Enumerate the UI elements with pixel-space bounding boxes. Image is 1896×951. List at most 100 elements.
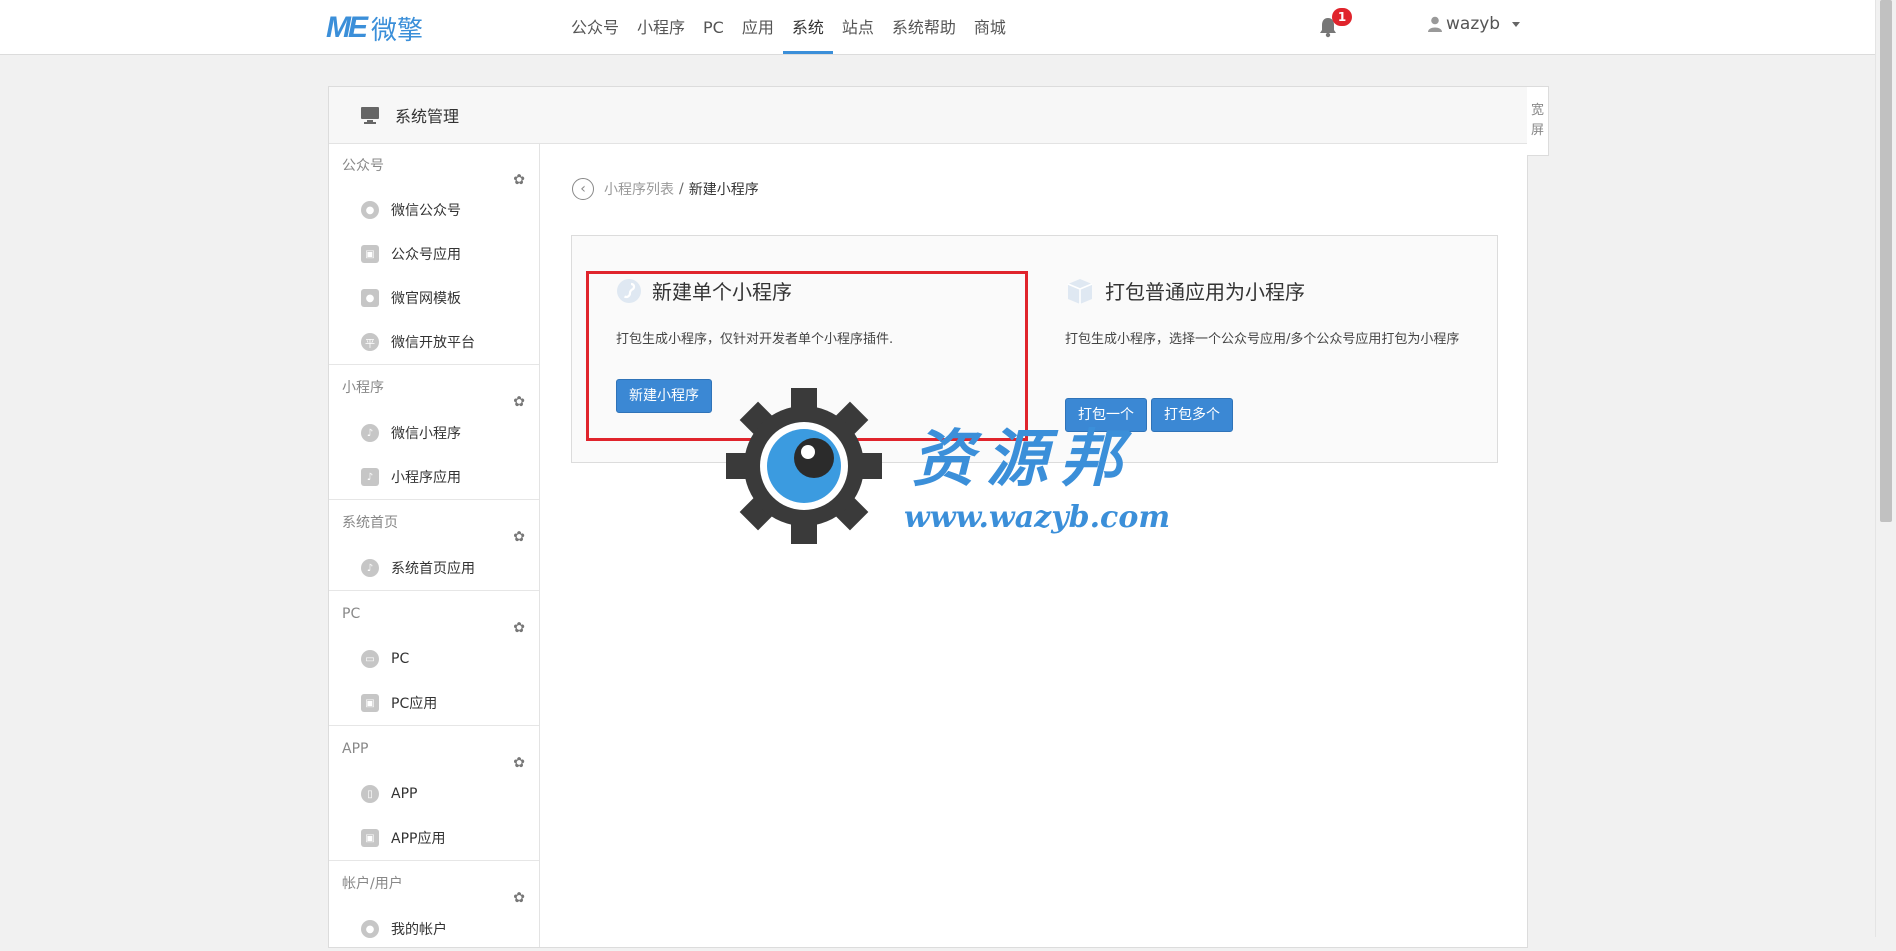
sidebar-item-wechat-mini-program[interactable]: ♪ 微信小程序 xyxy=(329,411,539,455)
mini-program-icon: ♪ xyxy=(361,424,379,442)
user-icon xyxy=(1428,16,1442,32)
scrollbar-thumb[interactable] xyxy=(1880,0,1892,522)
phone-icon: ▯ xyxy=(361,785,379,803)
sidebar-item-pc-apps[interactable]: ▣ PC应用 xyxy=(329,681,539,725)
chevron-down-icon xyxy=(1512,21,1521,27)
bag-icon: ▣ xyxy=(361,829,379,847)
breadcrumb-current: 新建小程序 xyxy=(688,182,759,198)
gear-icon[interactable]: ✿ xyxy=(513,740,525,786)
wechat-icon: ● xyxy=(361,201,379,219)
package-one-button[interactable]: 打包一个 xyxy=(1065,398,1147,432)
widescreen-toggle[interactable]: 宽屏 xyxy=(1527,86,1549,156)
sidebar-group-label: PC xyxy=(342,606,361,622)
breadcrumb-separator: / xyxy=(679,181,684,197)
gear-icon[interactable]: ✿ xyxy=(513,514,525,560)
sidebar-group-mini-program: 小程序 ✿ xyxy=(329,364,539,411)
sidebar-item-label: 系统首页应用 xyxy=(391,561,475,577)
sidebar-item-label: PC xyxy=(391,651,410,667)
card-title-text: 新建单个小程序 xyxy=(652,280,792,304)
gear-icon[interactable]: ✿ xyxy=(513,875,525,921)
panel-title: 系统管理 xyxy=(395,107,460,126)
main-nav: 公众号 小程序 PC 应用 系统 站点 系统帮助 商城 xyxy=(562,0,1015,54)
card-description: 打包生成小程序，仅针对开发者单个小程序插件. xyxy=(616,332,894,347)
sidebar-item-wechat-open-platform[interactable]: 平 微信开放平台 xyxy=(329,320,539,364)
package-icon xyxy=(1067,278,1093,304)
gear-icon[interactable]: ✿ xyxy=(513,379,525,425)
sidebar-group-official-account: 公众号 ✿ xyxy=(329,144,539,188)
gear-icon[interactable]: ✿ xyxy=(513,158,525,202)
sidebar-item-wechat-official[interactable]: ● 微信公众号 xyxy=(329,188,539,232)
mini-program-icon xyxy=(617,278,641,303)
sidebar-item-label: 公众号应用 xyxy=(391,247,461,263)
sidebar-group-label: 公众号 xyxy=(342,158,384,174)
sidebar-item-label: 微信开放平台 xyxy=(391,335,475,351)
sidebar-group-label: 小程序 xyxy=(342,380,384,396)
template-icon: ● xyxy=(361,289,379,307)
sidebar-item-system-home-apps[interactable]: ♪ 系统首页应用 xyxy=(329,546,539,590)
mini-program-icon: ♪ xyxy=(361,559,379,577)
card-single-mini-program: 新建单个小程序 打包生成小程序，仅针对开发者单个小程序插件. 新建小程序 xyxy=(572,236,1032,462)
create-mini-program-button[interactable]: 新建小程序 xyxy=(616,379,712,413)
sidebar-item-pc[interactable]: ▭ PC xyxy=(329,637,539,681)
sidebar: 公众号 ✿ ● 微信公众号 ▣ 公众号应用 ● 微官网模板 平 微信开放平台 小… xyxy=(329,144,540,947)
user-menu[interactable]: wazyb xyxy=(1428,14,1521,34)
sidebar-group-accounts: 帐户/用户 ✿ xyxy=(329,860,539,907)
bag-icon: ▣ xyxy=(361,694,379,712)
breadcrumb-link[interactable]: 小程序列表 xyxy=(604,179,674,199)
bag-icon: ♪ xyxy=(361,468,379,486)
sidebar-item-my-account[interactable]: ● 我的帐户 xyxy=(329,907,539,951)
sidebar-group-pc: PC ✿ xyxy=(329,590,539,637)
monitor-icon: ▭ xyxy=(361,650,379,668)
nav-item-apps[interactable]: 应用 xyxy=(733,0,783,54)
nav-item-pc[interactable]: PC xyxy=(694,0,733,54)
card-title: 新建单个小程序 xyxy=(616,276,792,305)
create-options: 新建单个小程序 打包生成小程序，仅针对开发者单个小程序插件. 新建小程序 打包普… xyxy=(571,235,1498,463)
sidebar-group-label: APP xyxy=(342,741,369,757)
system-panel: 系统管理 公众号 ✿ ● 微信公众号 ▣ 公众号应用 ● 微官网模板 平 微信开… xyxy=(328,86,1528,948)
sidebar-item-label: 微官网模板 xyxy=(391,291,461,307)
nav-item-mini-program[interactable]: 小程序 xyxy=(628,0,694,54)
package-many-button[interactable]: 打包多个 xyxy=(1151,398,1233,432)
sidebar-item-app-apps[interactable]: ▣ APP应用 xyxy=(329,816,539,860)
sidebar-group-label: 帐户/用户 xyxy=(342,876,403,892)
nav-item-mall[interactable]: 商城 xyxy=(965,0,1015,54)
sidebar-group-app: APP ✿ xyxy=(329,725,539,772)
bag-icon: ▣ xyxy=(361,245,379,263)
sidebar-group-label: 系统首页 xyxy=(342,515,398,531)
card-package-app: 打包普通应用为小程序 打包生成小程序，选择一个公众号应用/多个公众号应用打包为小… xyxy=(1055,236,1495,462)
sidebar-group-system-home: 系统首页 ✿ xyxy=(329,499,539,546)
sidebar-item-label: APP xyxy=(391,786,418,802)
breadcrumb: ‹ 小程序列表 / 新建小程序 xyxy=(572,178,759,200)
nav-item-system[interactable]: 系统 xyxy=(782,0,833,54)
brand-mark: ME xyxy=(326,11,368,44)
top-navbar: ME 微擎 公众号 小程序 PC 应用 系统 站点 系统帮助 商城 1 wazy… xyxy=(0,0,1876,55)
vertical-scrollbar[interactable] xyxy=(1875,0,1896,937)
platform-icon: 平 xyxy=(361,333,379,351)
panel-header: 系统管理 xyxy=(329,87,1527,144)
main-content: ‹ 小程序列表 / 新建小程序 新建单个小程序 打包生成小程序，仅针对开发者单个… xyxy=(540,144,1527,947)
sidebar-item-label: 微信公众号 xyxy=(391,203,461,219)
user-name: wazyb xyxy=(1446,14,1501,34)
gear-icon[interactable]: ✿ xyxy=(513,605,525,651)
card-description: 打包生成小程序，选择一个公众号应用/多个公众号应用打包为小程序 xyxy=(1065,332,1460,347)
brand-logo[interactable]: ME 微擎 xyxy=(326,11,424,46)
back-arrow-icon[interactable]: ‹ xyxy=(572,178,594,200)
sidebar-item-microsite-template[interactable]: ● 微官网模板 xyxy=(329,276,539,320)
sidebar-item-label: 我的帐户 xyxy=(391,922,447,938)
user-icon: ● xyxy=(361,920,379,938)
notification-badge: 1 xyxy=(1332,8,1352,26)
nav-item-official-account[interactable]: 公众号 xyxy=(562,0,628,54)
sidebar-item-label: PC应用 xyxy=(391,696,438,712)
card-title-text: 打包普通应用为小程序 xyxy=(1105,280,1305,304)
nav-item-site[interactable]: 站点 xyxy=(833,0,883,54)
sidebar-item-label: APP应用 xyxy=(391,831,446,847)
sidebar-item-official-apps[interactable]: ▣ 公众号应用 xyxy=(329,232,539,276)
sidebar-item-mini-program-apps[interactable]: ♪ 小程序应用 xyxy=(329,455,539,499)
brand-text: 微擎 xyxy=(371,15,424,46)
sidebar-item-label: 微信小程序 xyxy=(391,426,461,442)
sidebar-item-app[interactable]: ▯ APP xyxy=(329,772,539,816)
monitor-icon xyxy=(361,107,379,124)
sidebar-item-label: 小程序应用 xyxy=(391,470,461,486)
nav-item-system-help[interactable]: 系统帮助 xyxy=(883,0,965,54)
card-title: 打包普通应用为小程序 xyxy=(1065,276,1305,305)
